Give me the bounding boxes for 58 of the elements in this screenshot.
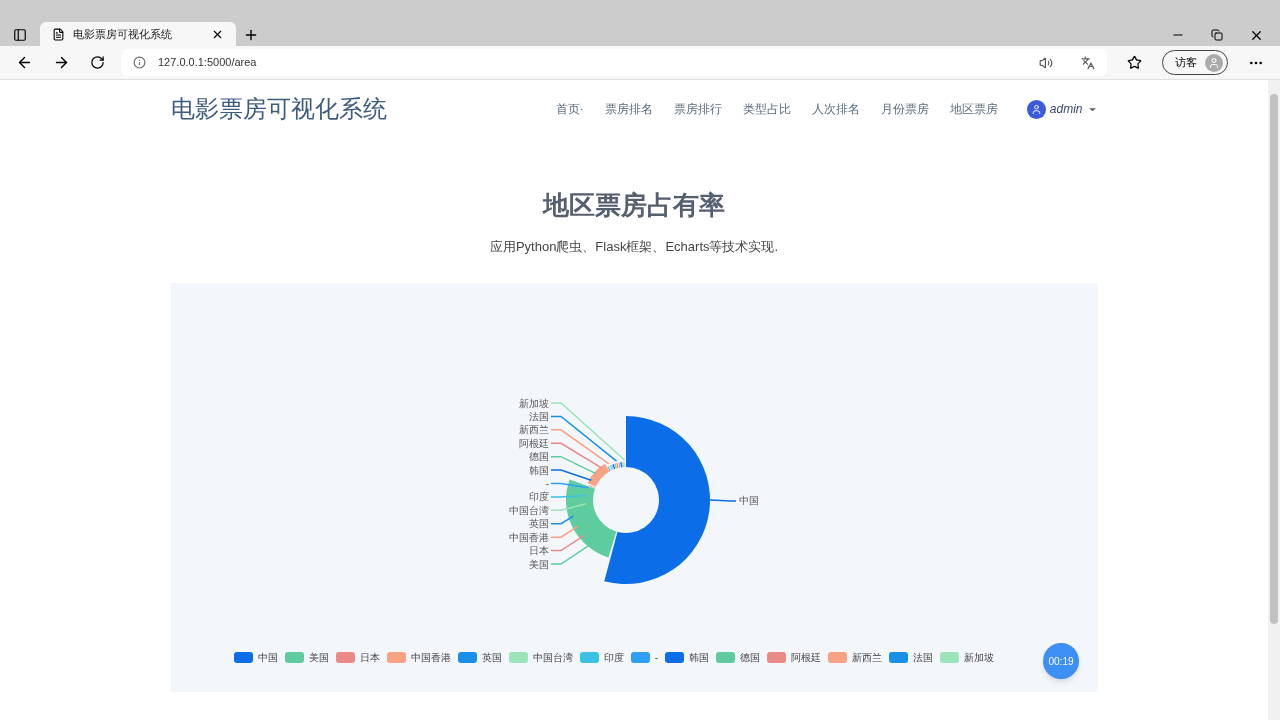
- legend-item[interactable]: 新加坡: [940, 649, 995, 665]
- nav-link[interactable]: 票房排名: [604, 100, 653, 118]
- legend-item[interactable]: 韩国: [665, 649, 710, 665]
- restore-icon[interactable]: [1211, 29, 1223, 41]
- nav-link[interactable]: 人次排名: [811, 100, 860, 118]
- back-icon[interactable]: [16, 54, 33, 71]
- slice-label: 阿根廷: [518, 437, 549, 449]
- legend-item[interactable]: 印度: [579, 649, 624, 665]
- nav-link[interactable]: 类型占比: [742, 100, 791, 118]
- favorites-icon[interactable]: [1127, 55, 1142, 70]
- slice-label: 新西兰: [518, 423, 549, 435]
- read-aloud-icon[interactable]: [1039, 55, 1053, 70]
- legend-item[interactable]: 德国: [716, 649, 761, 665]
- url-text: 127.0.0.1:5000/area: [158, 55, 257, 71]
- tab-title: 电影票房可视化系统: [73, 26, 173, 42]
- slice-label: 法国: [528, 410, 549, 422]
- info-icon[interactable]: [133, 56, 146, 69]
- slice-label: 中国: [738, 494, 759, 506]
- legend-item[interactable]: 中国: [233, 649, 278, 665]
- legend-item[interactable]: 日本: [335, 649, 380, 665]
- slice-label: 德国: [528, 450, 549, 462]
- slice-label: 日本: [528, 544, 549, 556]
- legend-item[interactable]: 中国香港: [386, 649, 451, 665]
- slice-label: -: [545, 477, 549, 489]
- scrollbar-thumb[interactable]: [1270, 94, 1278, 624]
- browser-tab[interactable]: 电影票房可视化系统: [40, 22, 236, 46]
- slice-label: 新加坡: [518, 397, 549, 408]
- forward-icon[interactable]: [53, 54, 70, 71]
- user-name: admin: [1049, 101, 1083, 118]
- page-icon: [52, 27, 65, 41]
- slice-label: 美国: [528, 558, 549, 569]
- translate-icon[interactable]: [1081, 55, 1095, 70]
- page-subtitle: 应用Python爬虫、Flask框架、Echarts等技术实现.: [489, 238, 779, 256]
- user-icon: [1026, 99, 1046, 119]
- page-heading: 地区票房占有率: [543, 189, 725, 222]
- new-tab-icon[interactable]: [243, 27, 259, 43]
- nav-link[interactable]: 月份票房: [880, 100, 929, 118]
- legend-item[interactable]: 美国: [284, 649, 329, 665]
- tab-actions-icon[interactable]: [13, 28, 27, 42]
- legend-item[interactable]: 中国台湾: [508, 649, 573, 665]
- slice-label: 中国台湾: [508, 504, 549, 516]
- slice-label: 中国香港: [508, 531, 549, 543]
- address-bar[interactable]: 127.0.0.1:5000/area: [121, 49, 1107, 76]
- nav-link[interactable]: 首页·: [555, 100, 584, 118]
- avatar-icon: [1205, 53, 1223, 72]
- legend-item[interactable]: 英国: [457, 649, 502, 665]
- slice-label: 印度: [528, 490, 549, 502]
- nav-link[interactable]: 票房排行: [673, 100, 722, 118]
- legend-item[interactable]: 阿根廷: [767, 649, 822, 665]
- slice-label: 韩国: [528, 464, 549, 476]
- legend-item[interactable]: 法国: [889, 649, 934, 665]
- legend-item[interactable]: 新西兰: [828, 649, 883, 665]
- site-title: 电影票房可视化系统: [170, 94, 387, 124]
- reload-icon[interactable]: [90, 55, 105, 70]
- slice-label: 英国: [528, 517, 549, 529]
- user-menu[interactable]: admin: [1026, 99, 1098, 119]
- nav-link[interactable]: 地区票房: [949, 100, 998, 118]
- legend-item[interactable]: -: [630, 649, 659, 665]
